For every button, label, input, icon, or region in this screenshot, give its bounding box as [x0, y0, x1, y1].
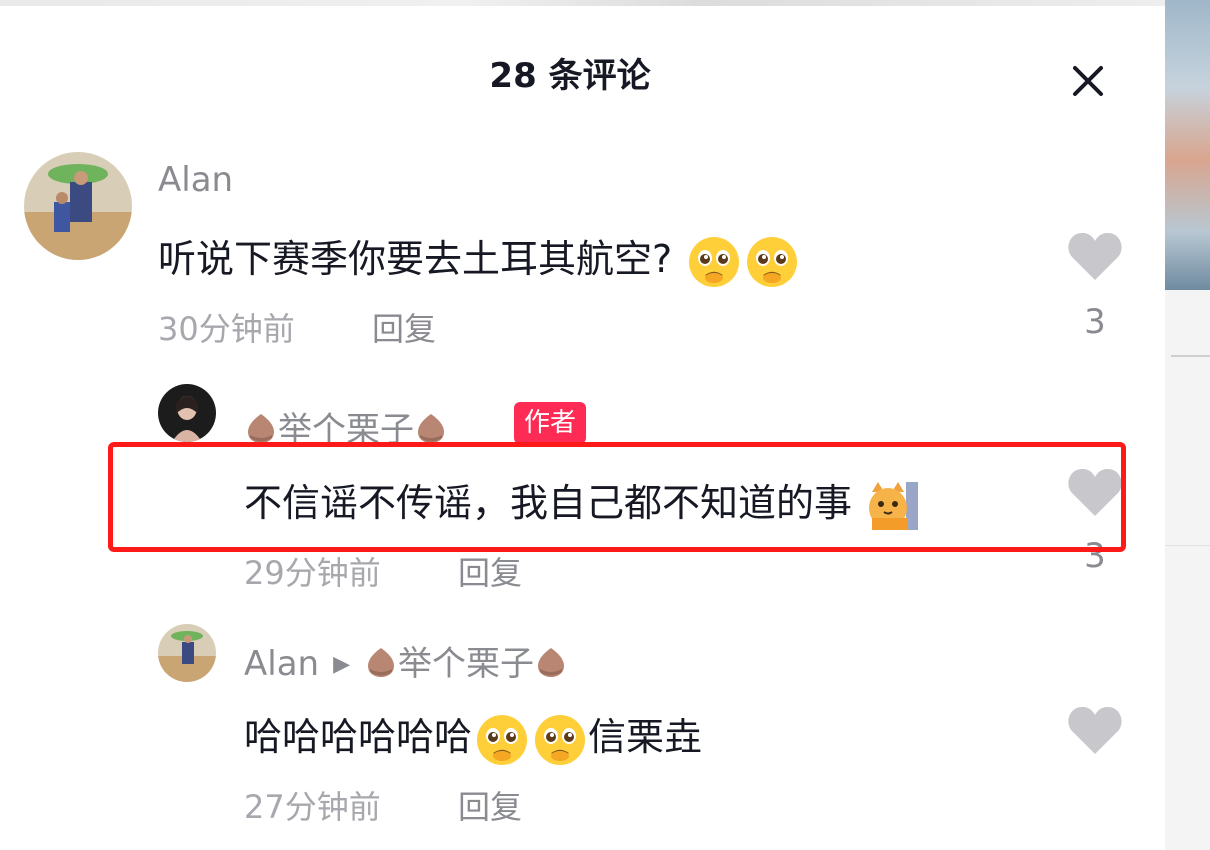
chestnut-icon: [364, 645, 398, 679]
chestnut-icon: [414, 411, 448, 445]
video-thumbnail: [1165, 0, 1210, 290]
reply-arrow-icon: ▶: [333, 652, 351, 677]
comment-text: 听说下赛季你要去土耳其航空?: [158, 228, 800, 290]
like-count: 3: [1084, 536, 1106, 576]
comment-username[interactable]: 举个栗子: [244, 402, 448, 451]
avatar-alan[interactable]: [158, 624, 216, 682]
chestnut-icon: [534, 645, 568, 679]
comment-text: 不信谣不传谣，我自己都不知道的事: [244, 472, 922, 534]
close-button[interactable]: [1063, 56, 1113, 106]
like-count: 3: [1084, 302, 1106, 342]
comment-timestamp: 29分钟前: [244, 554, 381, 592]
avatar-alan[interactable]: [24, 152, 132, 260]
like-button[interactable]: [1066, 230, 1124, 282]
avatar-author[interactable]: [158, 384, 216, 442]
background-video-strip: [1165, 0, 1210, 850]
chestnut-icon: [244, 411, 278, 445]
comment-timestamp: 27分钟前: [244, 788, 381, 826]
pleading-face-icon: [474, 712, 530, 768]
comment-username[interactable]: Alan: [244, 644, 319, 684]
author-badge: 作者: [514, 402, 587, 444]
comment-username[interactable]: Alan: [158, 160, 233, 200]
heart-icon: [1068, 232, 1122, 280]
heart-icon: [1068, 706, 1122, 754]
pleading-face-icon: [686, 234, 742, 290]
pleading-face-icon: [532, 712, 588, 768]
reply-button[interactable]: 回复: [458, 548, 522, 594]
comment-timestamp: 30分钟前: [158, 310, 295, 348]
reply-button[interactable]: 回复: [458, 782, 522, 828]
reply-to-username[interactable]: 举个栗子: [398, 644, 534, 684]
reply-button[interactable]: 回复: [372, 304, 436, 350]
like-button[interactable]: [1066, 466, 1124, 518]
comments-panel: 28 条评论 Alan 听说下赛季你要去土耳其航空? 30分钟前 回复 3 举个…: [0, 6, 1165, 850]
comment-text: 哈哈哈哈哈哈 信栗垚: [244, 706, 702, 768]
pleading-face-icon: [744, 234, 800, 290]
hiding-cat-icon: [866, 478, 922, 534]
close-icon: [1073, 66, 1103, 96]
heart-icon: [1068, 468, 1122, 516]
reply-header: Alan ▶ 举个栗子: [244, 636, 568, 685]
like-button[interactable]: [1066, 704, 1124, 756]
comments-count-title: 28 条评论: [489, 56, 651, 96]
